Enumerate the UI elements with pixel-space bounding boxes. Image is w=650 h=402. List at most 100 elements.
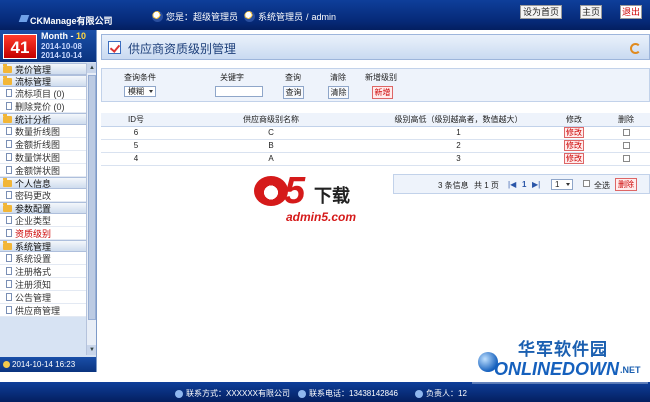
menu-group-system[interactable]: 系统管理	[0, 240, 86, 252]
last-page-icon[interactable]: ▶|	[532, 180, 540, 189]
folder-icon	[3, 240, 12, 250]
user-icon	[244, 11, 255, 22]
menu-group-params[interactable]: 参数配置	[0, 202, 86, 214]
add-button[interactable]: 新增	[372, 86, 393, 99]
phone-icon	[298, 389, 306, 398]
menu-group-failed-bids[interactable]: 流标管理	[0, 75, 86, 87]
menu-item-register-notice[interactable]: 注册须知	[0, 278, 86, 291]
col-header-delete: 删除	[602, 113, 650, 127]
folder-icon	[3, 63, 12, 73]
document-icon	[6, 229, 12, 237]
menu-group-bidding[interactable]: 竞价管理	[0, 63, 86, 75]
select-all-checkbox[interactable]	[583, 180, 590, 187]
page-select[interactable]: 1	[551, 179, 573, 190]
menu-item-deleted-bids[interactable]: 删除竞价 (0)	[0, 100, 86, 113]
menu-item-label: 资质级别	[15, 228, 52, 239]
sidebar: 41 Month - 10 2014-10-08 2014-10-14 竞价管理…	[0, 30, 97, 372]
menu-item-system-settings[interactable]: 系统设置	[0, 252, 86, 265]
cell-id: 4	[101, 152, 171, 166]
month-label: Month - 10	[41, 31, 86, 41]
delete-button[interactable]: 删除	[615, 178, 637, 191]
match-mode-select[interactable]: 模糊	[124, 86, 156, 97]
row-select-checkbox[interactable]	[622, 129, 630, 137]
table-header-row: ID号 供应商级别名称 级别高低（级别越高者，数值越大） 修改 删除	[101, 113, 650, 127]
menu-group-personal[interactable]: 个人信息	[0, 177, 86, 189]
clock-icon	[3, 361, 10, 368]
add-level-label: 新增级别	[365, 73, 397, 82]
scroll-up-icon[interactable]: ▲	[87, 63, 96, 73]
menu-item-company-type[interactable]: 企业类型	[0, 214, 86, 227]
menu-item-label: 注册须知	[15, 279, 52, 290]
edit-button[interactable]: 修改	[564, 153, 584, 164]
document-icon	[6, 216, 12, 224]
sidebar-status: 2014-10-14 16:23	[0, 357, 96, 372]
level-table: ID号 供应商级别名称 级别高低（级别越高者，数值越大） 修改 删除 6 C 1…	[101, 113, 650, 166]
document-icon	[6, 89, 12, 97]
sidebar-scrollbar[interactable]: ▲ ▼	[86, 63, 96, 355]
menu-group-statistics[interactable]: 统计分析	[0, 113, 86, 125]
menu-item-register-format[interactable]: 注册格式	[0, 265, 86, 278]
col-header-id[interactable]: ID号	[101, 113, 171, 127]
cell-delete	[602, 152, 650, 166]
day-of-year: 41	[3, 34, 37, 59]
row-select-checkbox[interactable]	[622, 155, 630, 163]
table-row: 5 B 2 修改	[101, 139, 650, 153]
cell-level: 2	[371, 139, 546, 153]
onlinedown-watermark-logo: 华军软件园 ONLINEDOWN .NET	[472, 322, 648, 384]
document-icon	[6, 127, 12, 135]
menu-item-qty-line-chart[interactable]: 数量折线图	[0, 125, 86, 138]
scroll-down-icon[interactable]: ▼	[87, 345, 96, 355]
menu-item-supplier-management[interactable]: 供应商管理	[0, 304, 86, 317]
menu-item-label: 删除竞价 (0)	[15, 101, 65, 112]
current-time: 2014-10-14 16:23	[12, 360, 76, 369]
month-label-text: Month -	[41, 31, 76, 41]
menu-item-label: 金额饼状图	[15, 165, 61, 176]
keyword-input[interactable]	[215, 86, 263, 97]
document-icon	[6, 191, 12, 199]
first-page-icon[interactable]: |◀	[508, 180, 516, 189]
row-select-checkbox[interactable]	[622, 142, 630, 150]
menu-item-failed-projects[interactable]: 流标项目 (0)	[0, 87, 86, 100]
table-row: 4 A 3 修改	[101, 152, 650, 166]
menu-item-label: 注册格式	[15, 266, 52, 277]
footer-owner-text: 负责人：12	[426, 389, 467, 398]
top-bar: CKManage有限公司 您是：超级管理员 系统管理员 / admin 设为首页…	[0, 0, 650, 30]
cell-level: 1	[371, 126, 546, 140]
menu-item-qualification-level[interactable]: 资质级别	[0, 227, 86, 240]
page-select-value: 1	[555, 180, 560, 189]
edit-button[interactable]: 修改	[564, 140, 584, 151]
page-total: 共 1 页	[474, 181, 499, 190]
footer-contact: 联系方式：XXXXXX有限公司	[175, 388, 290, 399]
condition-label: 查询条件	[124, 73, 156, 82]
page-title-bar: 供应商资质级别管理	[101, 34, 650, 60]
clear-button[interactable]: 清除	[328, 86, 349, 99]
menu-item-amount-line-chart[interactable]: 金额折线图	[0, 138, 86, 151]
a5-watermark-logo: 5 下载 admin5.com	[254, 170, 394, 230]
edit-button[interactable]: 修改	[564, 127, 584, 138]
scrollbar-thumb[interactable]	[88, 75, 96, 320]
menu-item-change-password[interactable]: 密码更改	[0, 189, 86, 202]
home-button[interactable]: 主页	[580, 5, 602, 19]
col-header-level[interactable]: 级别高低（级别越高者，数值越大）	[371, 113, 546, 127]
user-role-icon	[152, 11, 163, 22]
document-icon	[6, 166, 12, 174]
cell-edit: 修改	[546, 126, 602, 140]
query-button[interactable]: 查询	[283, 86, 304, 99]
cell-id: 5	[101, 139, 171, 153]
menu-item-announcements[interactable]: 公告管理	[0, 291, 86, 304]
menu-item-qty-pie-chart[interactable]: 数量饼状图	[0, 151, 86, 164]
logout-button[interactable]: 退出	[620, 5, 642, 19]
query-label: 查询	[285, 73, 301, 82]
footer-phone: 联系电话：13438142846	[298, 388, 398, 399]
refresh-icon[interactable]	[630, 43, 641, 54]
folder-icon	[3, 177, 12, 187]
filter-bar: 查询条件 关键字 查询 清除 新增级别 模糊 查询 清除 新增	[101, 68, 650, 102]
col-header-name[interactable]: 供应商级别名称	[171, 113, 371, 127]
date-start: 2014-10-08	[41, 42, 82, 51]
menu-item-amount-pie-chart[interactable]: 金额饼状图	[0, 164, 86, 177]
user-name: 系统管理员	[258, 12, 304, 22]
menu-item-label: 供应商管理	[15, 305, 61, 316]
current-page-link[interactable]: 1	[522, 180, 526, 189]
user-role-text: 您是：超级管理员	[166, 12, 239, 22]
set-homepage-button[interactable]: 设为首页	[520, 5, 562, 19]
